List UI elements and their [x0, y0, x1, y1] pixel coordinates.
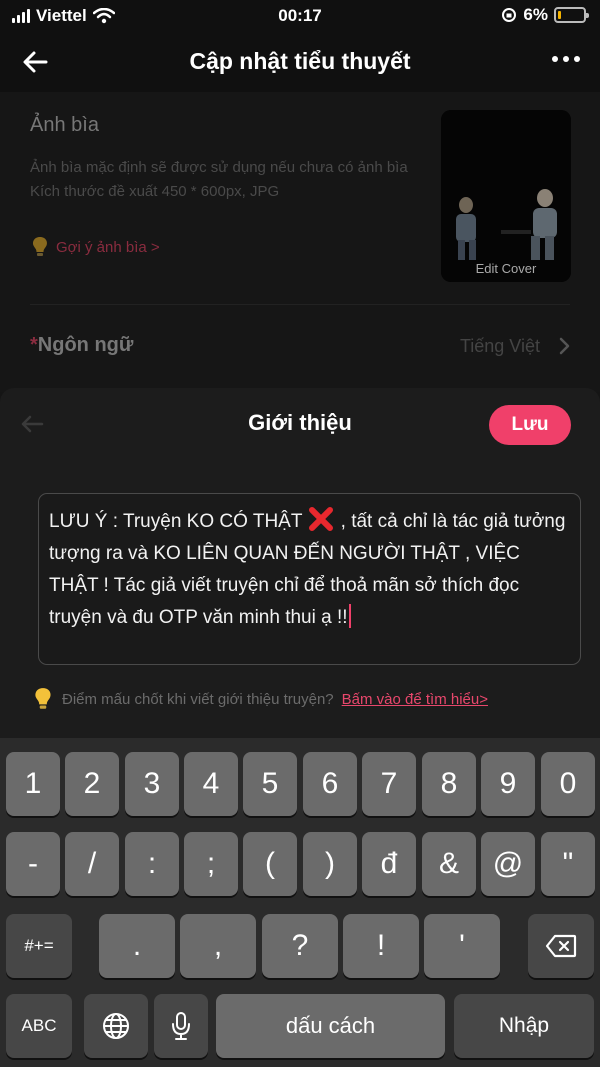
lightbulb-icon [33, 237, 47, 256]
tip-text: Điểm mấu chốt khi viết giới thiệu truyện… [62, 690, 334, 708]
microphone-icon [172, 1012, 190, 1040]
keyboard: 1 2 3 4 5 6 7 8 9 0 - / : ; ( ) đ & @ " … [0, 738, 600, 1067]
backspace-icon [545, 934, 577, 958]
cover-suggestion-label: Gợi ý ảnh bìa > [56, 238, 160, 256]
battery-percent: 6% [523, 5, 548, 24]
key-3[interactable]: 3 [125, 752, 179, 816]
key-colon[interactable]: : [125, 832, 179, 896]
key-symbols[interactable]: #+= [6, 914, 72, 978]
key-5[interactable]: 5 [243, 752, 297, 816]
cover-image[interactable]: Edit Cover [441, 110, 571, 282]
key-question[interactable]: ? [262, 914, 338, 978]
more-options-icon[interactable] [552, 56, 580, 62]
cover-description-line: Ảnh bìa mặc định sẽ được sử dụng nếu chư… [30, 159, 408, 176]
key-6[interactable]: 6 [303, 752, 357, 816]
key-4[interactable]: 4 [184, 752, 238, 816]
language-value[interactable]: Tiếng Việt [460, 336, 540, 357]
key-semicolon[interactable]: ; [184, 832, 238, 896]
key-0[interactable]: 0 [541, 752, 595, 816]
globe-key[interactable] [84, 994, 148, 1058]
key-ampersand[interactable]: & [422, 832, 476, 896]
key-apostrophe[interactable]: ' [424, 914, 500, 978]
required-mark: * [30, 334, 38, 356]
microphone-key[interactable] [154, 994, 208, 1058]
battery-icon [554, 7, 589, 23]
top-nav-bar: Cập nhật tiểu thuyết [0, 32, 600, 92]
orientation-lock-icon [502, 8, 517, 22]
lightbulb-icon [35, 688, 51, 709]
key-period[interactable]: . [99, 914, 175, 978]
globe-icon [103, 1013, 129, 1039]
enter-key[interactable]: Nhập [454, 994, 594, 1058]
save-button[interactable]: Lưu [489, 405, 571, 445]
key-1[interactable]: 1 [6, 752, 60, 816]
divider [30, 304, 570, 305]
key-close-paren[interactable]: ) [303, 832, 357, 896]
key-comma[interactable]: , [180, 914, 256, 978]
cover-description: Ảnh bìa mặc định sẽ được sử dụng nếu chư… [30, 156, 420, 204]
key-quote[interactable]: " [541, 832, 595, 896]
key-9[interactable]: 9 [481, 752, 535, 816]
key-hyphen[interactable]: - [6, 832, 60, 896]
cover-size-line: Kích thước đề xuất 450 * 600px, JPG [30, 183, 280, 200]
cover-photo [441, 110, 571, 282]
status-bar: Viettel 00:17 6% [0, 0, 600, 32]
language-label: *Ngôn ngữ [30, 334, 133, 357]
key-d-stroke[interactable]: đ [362, 832, 416, 896]
space-key[interactable]: dấu cách [216, 994, 445, 1058]
page-title: Cập nhật tiểu thuyết [189, 48, 411, 74]
novel-form: Ảnh bìa Ảnh bìa mặc định sẽ được sử dụng… [0, 92, 600, 392]
key-at[interactable]: @ [481, 832, 535, 896]
key-2[interactable]: 2 [65, 752, 119, 816]
cover-suggestion-link[interactable]: Gợi ý ảnh bìa > [30, 235, 160, 259]
key-slash[interactable]: / [65, 832, 119, 896]
cross-mark-icon [309, 507, 334, 531]
key-exclamation[interactable]: ! [343, 914, 419, 978]
key-7[interactable]: 7 [362, 752, 416, 816]
key-open-paren[interactable]: ( [243, 832, 297, 896]
intro-tip: Điểm mấu chốt khi viết giới thiệu truyện… [32, 686, 488, 712]
delete-key[interactable] [528, 914, 594, 978]
intro-text-part: LƯU Ý : Truyện KO CÓ THẬT [49, 511, 308, 532]
learn-more-link[interactable]: Bấm vào để tìm hiểu> [342, 691, 488, 708]
key-8[interactable]: 8 [422, 752, 476, 816]
text-cursor [348, 604, 351, 628]
key-abc[interactable]: ABC [6, 994, 72, 1058]
introduction-textarea[interactable]: LƯU Ý : Truyện KO CÓ THẬT , tất cả chỉ l… [38, 493, 581, 665]
language-label-text: Ngôn ngữ [37, 334, 134, 356]
introduction-sheet: Giới thiệu Lưu LƯU Ý : Truyện KO CÓ THẬT… [0, 388, 600, 738]
cover-section-title: Ảnh bìa [30, 114, 99, 136]
chevron-right-icon[interactable] [554, 336, 574, 356]
edit-cover-label: Edit Cover [475, 261, 537, 276]
